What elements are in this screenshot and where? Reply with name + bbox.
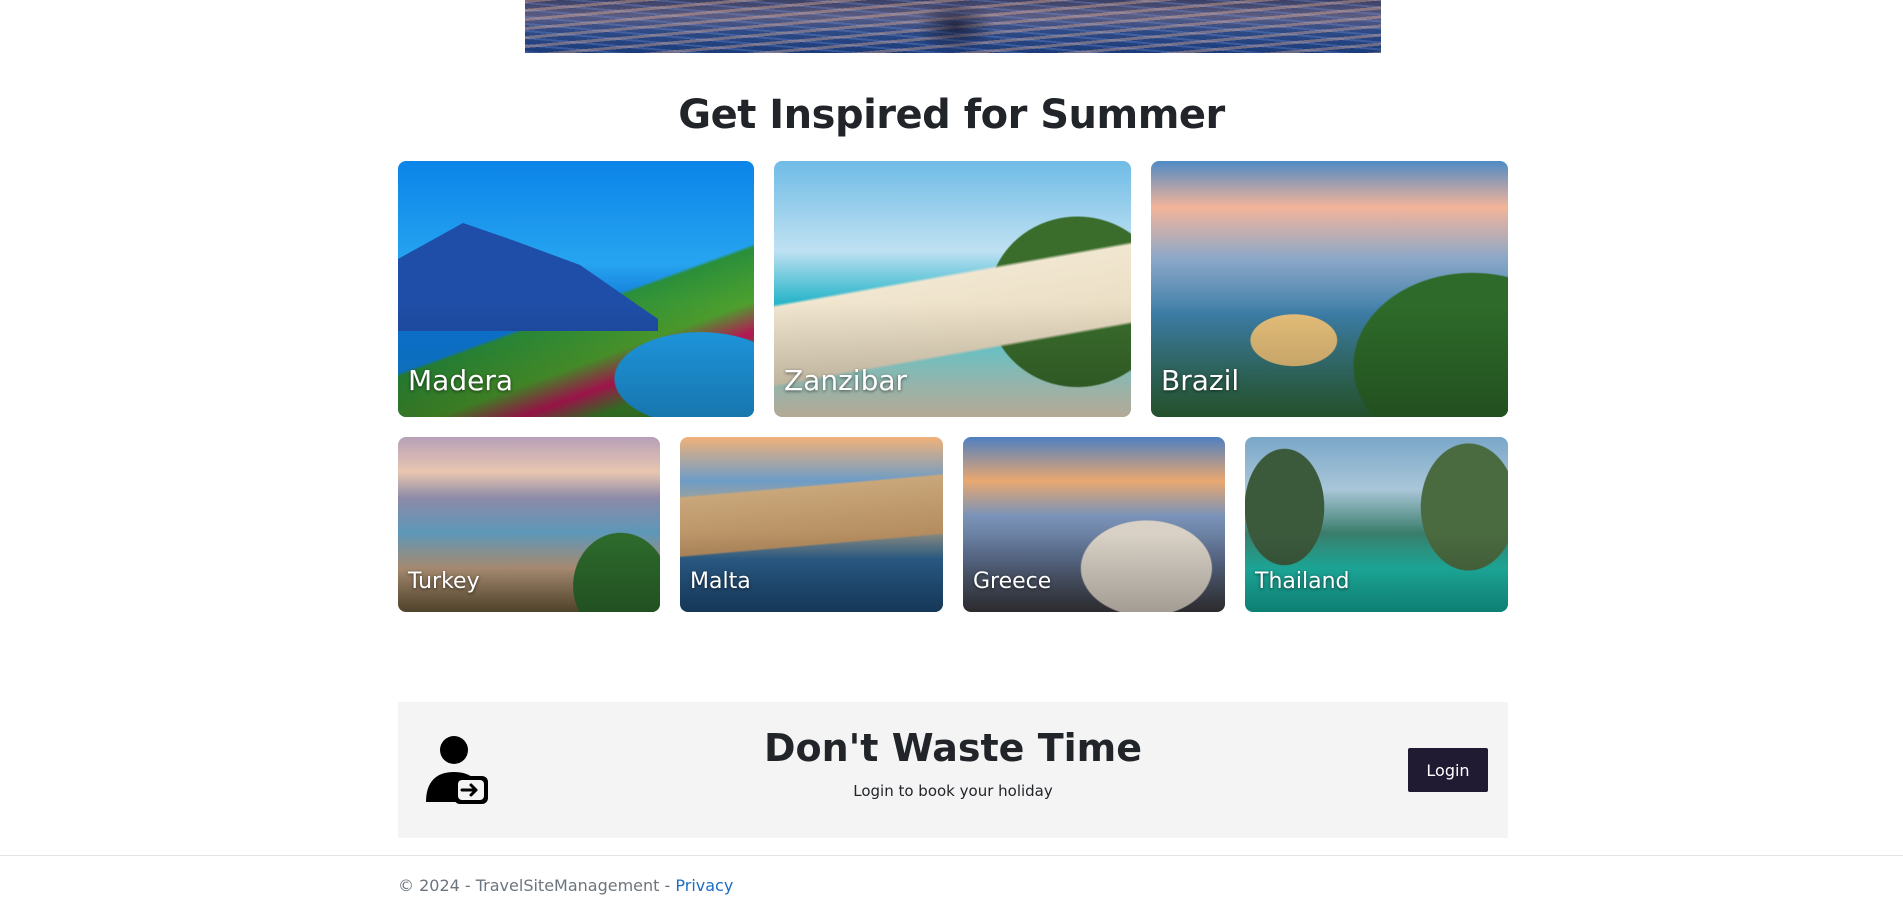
destination-label: Malta (690, 569, 751, 594)
footer-copyright: © 2024 - TravelSiteManagement - (398, 876, 676, 895)
destination-card-zanzibar[interactable]: Zanzibar (774, 161, 1131, 417)
hero-image (525, 0, 1381, 53)
destination-label: Greece (973, 569, 1052, 594)
section-title: Get Inspired for Summer (678, 92, 1225, 138)
login-button[interactable]: Login (1408, 748, 1488, 792)
destination-card-madera[interactable]: Madera (398, 161, 754, 417)
destination-label: Turkey (408, 569, 480, 594)
destination-label: Madera (408, 364, 513, 397)
footer-divider (0, 855, 1903, 856)
footer: © 2024 - TravelSiteManagement - Privacy (398, 876, 733, 895)
destination-card-brazil[interactable]: Brazil (1151, 161, 1508, 417)
destination-card-malta[interactable]: Malta (680, 437, 943, 612)
login-cta-panel: Don't Waste Time Login to book your holi… (398, 702, 1508, 838)
destination-label: Zanzibar (784, 364, 908, 397)
destination-label: Brazil (1161, 364, 1240, 397)
cta-title: Don't Waste Time (763, 726, 1143, 770)
cta-subtitle: Login to book your holiday (853, 782, 1053, 800)
destination-card-greece[interactable]: Greece (963, 437, 1225, 612)
privacy-link[interactable]: Privacy (675, 876, 733, 895)
destination-card-thailand[interactable]: Thailand (1245, 437, 1508, 612)
destination-card-turkey[interactable]: Turkey (398, 437, 660, 612)
destination-label: Thailand (1255, 569, 1350, 594)
